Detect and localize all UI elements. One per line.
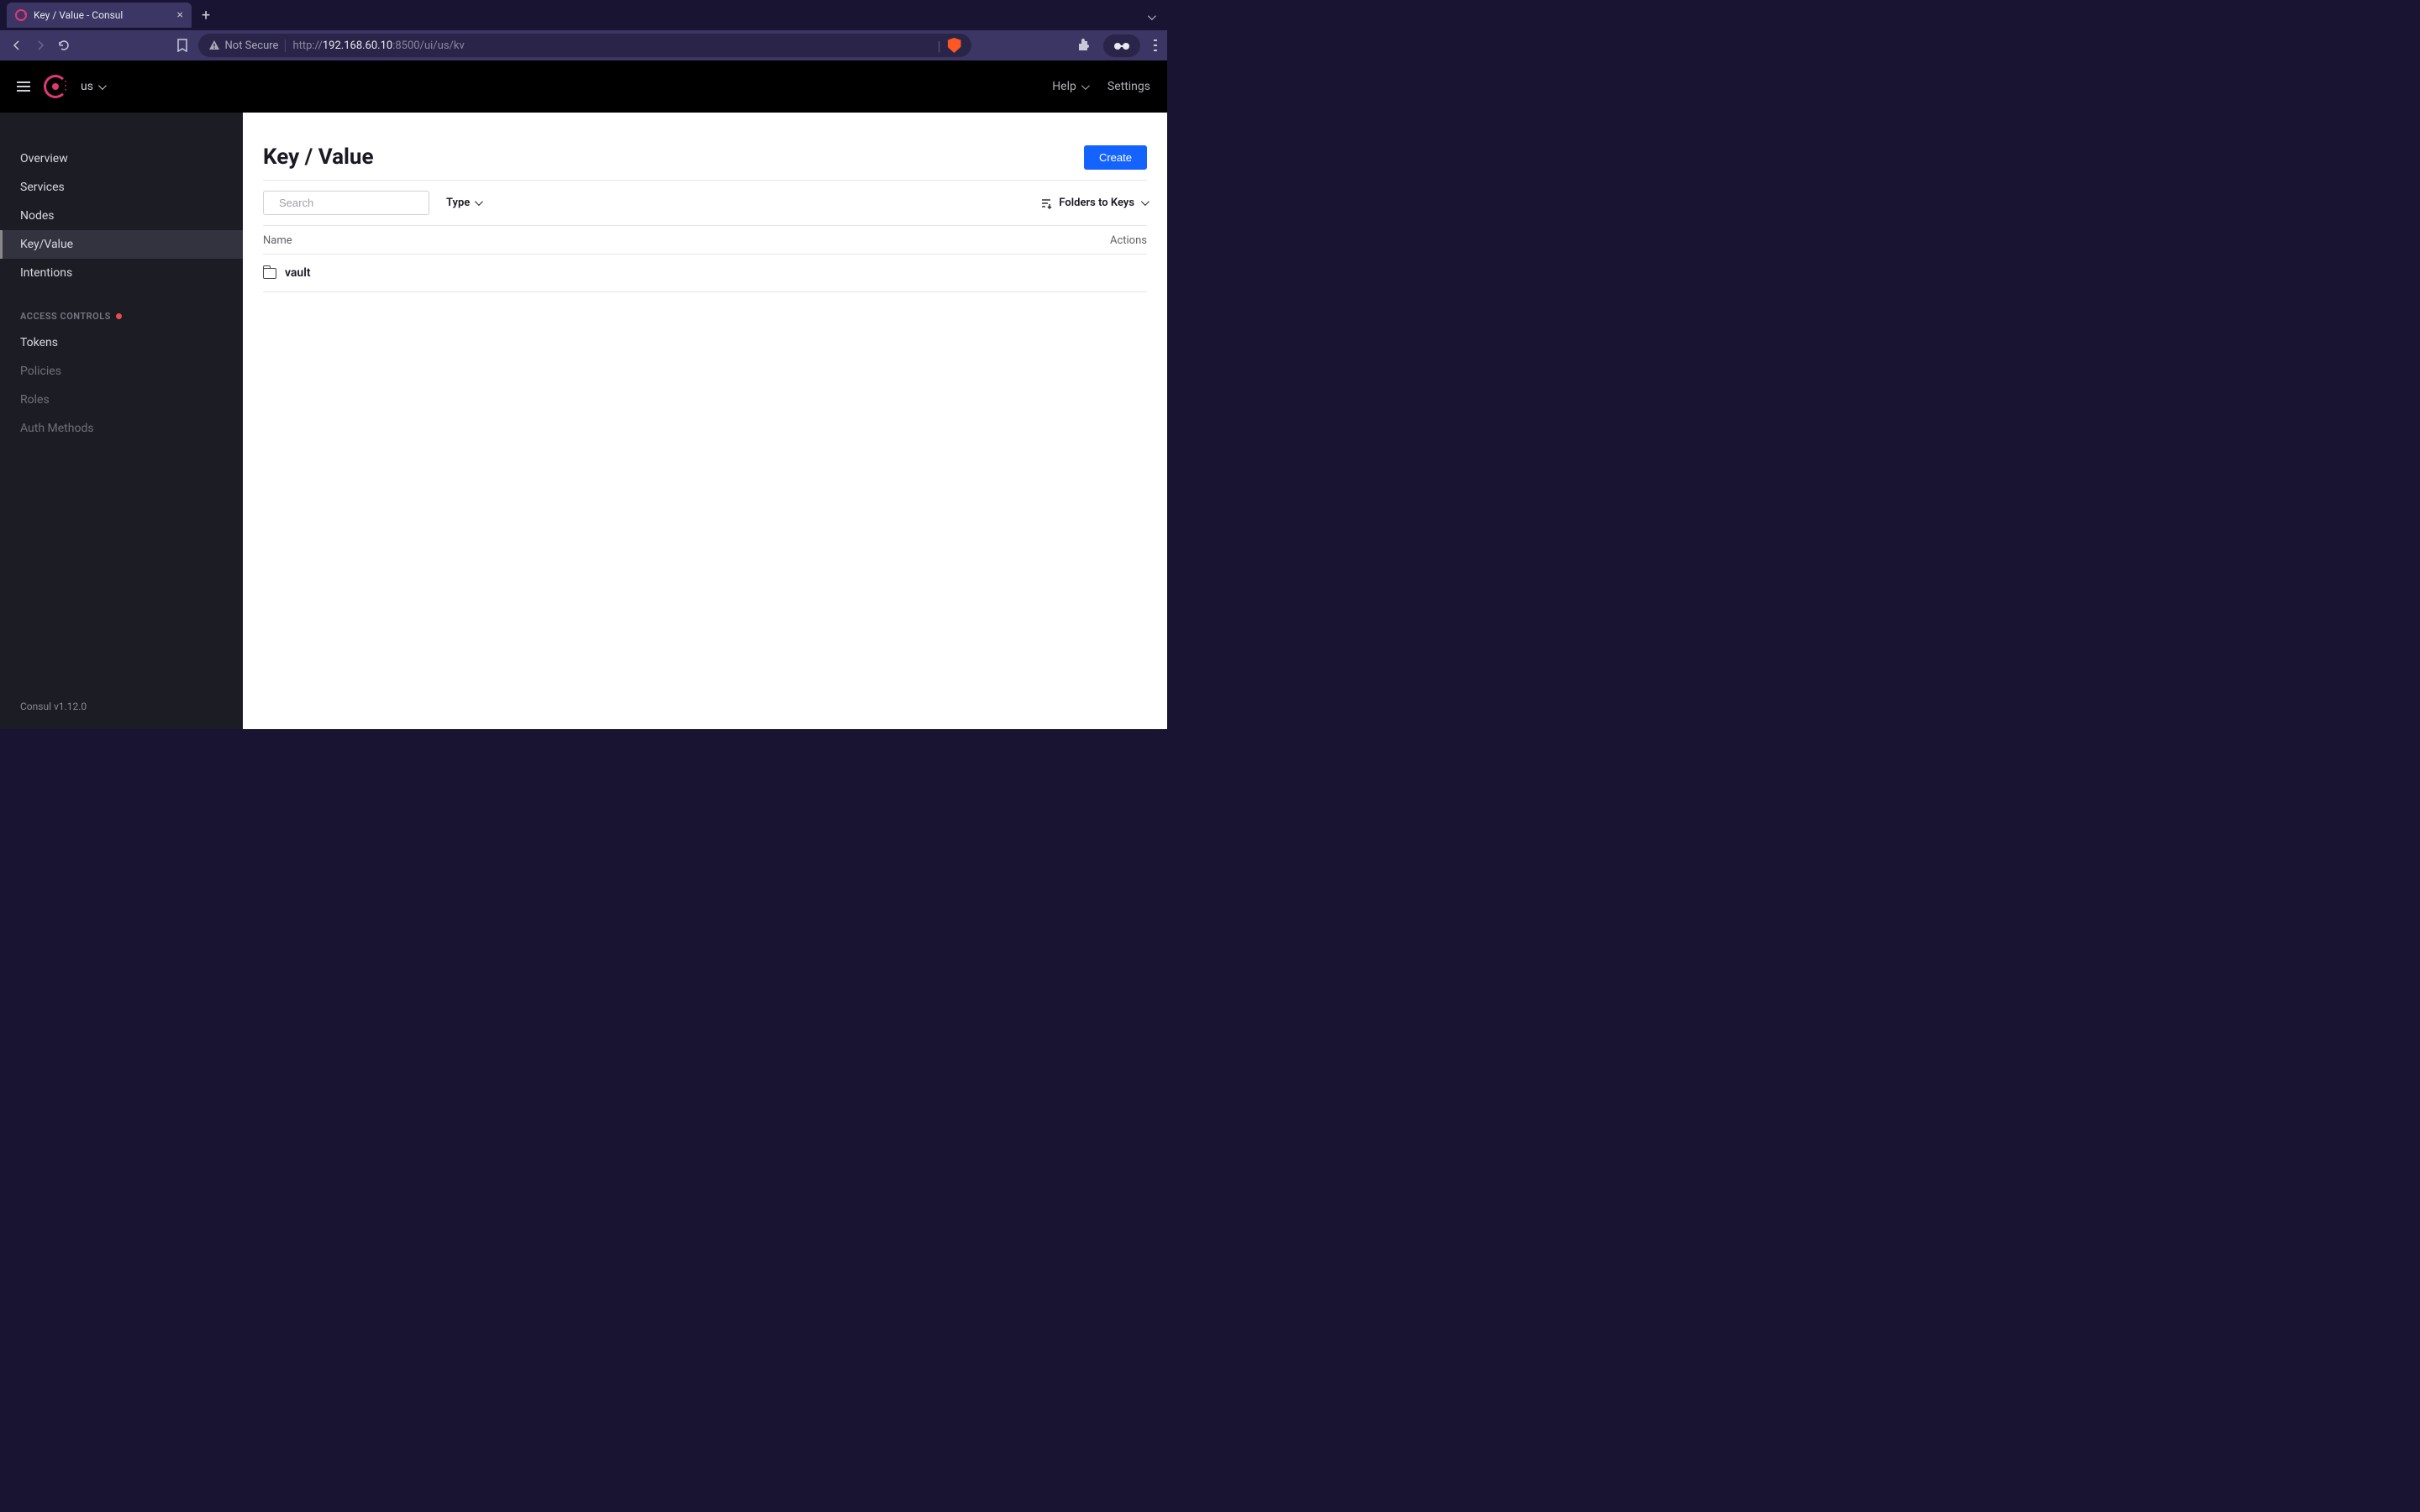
sidebar-item-keyvalue[interactable]: Key/Value [0, 230, 243, 259]
tab-bar: Key / Value - Consul × + [0, 0, 1167, 30]
not-secure-badge: Not Secure [208, 39, 287, 52]
sidebar-section-access-controls: ACCESS CONTROLS [0, 287, 243, 328]
close-tab-icon[interactable]: × [177, 8, 183, 22]
column-actions: Actions [1110, 234, 1147, 247]
sidebar-item-overview[interactable]: Overview [0, 144, 243, 173]
app-header: us Help Settings [0, 60, 1167, 113]
sidebar-item-tokens[interactable]: Tokens [0, 328, 243, 357]
extensions-icon[interactable] [1076, 39, 1090, 52]
browser-chrome: Key / Value - Consul × + Not Secure http… [0, 0, 1167, 60]
sidebar: Overview Services Nodes Key/Value Intent… [0, 113, 243, 729]
toolbar: Type Folders to Keys [263, 181, 1147, 226]
chevron-down-icon [1141, 197, 1147, 209]
menu-toggle-button[interactable] [17, 81, 30, 92]
address-bar[interactable]: Not Secure http://192.168.60.10:8500/ui/… [198, 34, 971, 57]
reload-button[interactable] [57, 39, 71, 52]
sidebar-item-policies[interactable]: Policies [0, 357, 243, 386]
bookmark-icon[interactable] [176, 39, 188, 52]
back-button[interactable] [10, 39, 24, 52]
header-right: Help Settings [1052, 80, 1150, 93]
page-title: Key / Value [263, 144, 374, 170]
type-filter[interactable]: Type [446, 197, 481, 209]
tab-title: Key / Value - Consul [34, 9, 171, 21]
not-secure-text: Not Secure [225, 39, 279, 52]
row-name: vault [285, 266, 311, 280]
settings-link[interactable]: Settings [1107, 80, 1150, 93]
chevron-down-icon [1081, 80, 1087, 93]
sidebar-item-intentions[interactable]: Intentions [0, 259, 243, 287]
sort-selector[interactable]: Folders to Keys [1040, 197, 1147, 209]
browser-tab[interactable]: Key / Value - Consul × [7, 3, 192, 28]
alert-dot-icon [116, 313, 122, 319]
datacenter-selector[interactable]: us [81, 80, 104, 93]
datacenter-label: us [81, 80, 93, 93]
nav-bar: Not Secure http://192.168.60.10:8500/ui/… [0, 30, 1167, 60]
sidebar-footer: Consul v1.12.0 [0, 684, 243, 729]
url-text: http://192.168.60.10:8500/ui/us/kv [292, 39, 464, 52]
sidebar-item-roles[interactable]: Roles [0, 386, 243, 414]
tabs-dropdown-icon[interactable] [1148, 8, 1154, 24]
sort-icon [1040, 197, 1052, 209]
new-tab-button[interactable]: + [202, 7, 210, 24]
browser-menu-icon[interactable] [1154, 39, 1157, 52]
search-input[interactable] [279, 197, 427, 209]
column-name: Name [263, 234, 292, 247]
main-content: Key / Value Create Type Folders to Keys … [243, 113, 1167, 729]
chevron-down-icon [475, 197, 481, 209]
app-body: Overview Services Nodes Key/Value Intent… [0, 113, 1167, 729]
sidebar-item-auth-methods[interactable]: Auth Methods [0, 414, 243, 443]
address-divider: | [938, 38, 941, 54]
brave-shield-icon[interactable] [948, 38, 961, 53]
sidebar-item-nodes[interactable]: Nodes [0, 202, 243, 230]
consul-favicon-icon [15, 9, 27, 21]
table-header: Name Actions [263, 226, 1147, 255]
browser-right-icons [1076, 34, 1157, 57]
consul-logo-icon[interactable] [44, 75, 67, 98]
private-mode-icon[interactable] [1103, 34, 1140, 57]
folder-icon [263, 268, 276, 279]
page-header: Key / Value Create [263, 133, 1147, 181]
help-link[interactable]: Help [1052, 80, 1087, 93]
create-button[interactable]: Create [1084, 145, 1147, 170]
table-row[interactable]: vault [263, 255, 1147, 292]
search-box [263, 191, 429, 215]
chevron-down-icon [98, 80, 104, 93]
forward-button[interactable] [34, 39, 47, 52]
address-bar-right: | [938, 38, 961, 54]
sidebar-item-services[interactable]: Services [0, 173, 243, 202]
